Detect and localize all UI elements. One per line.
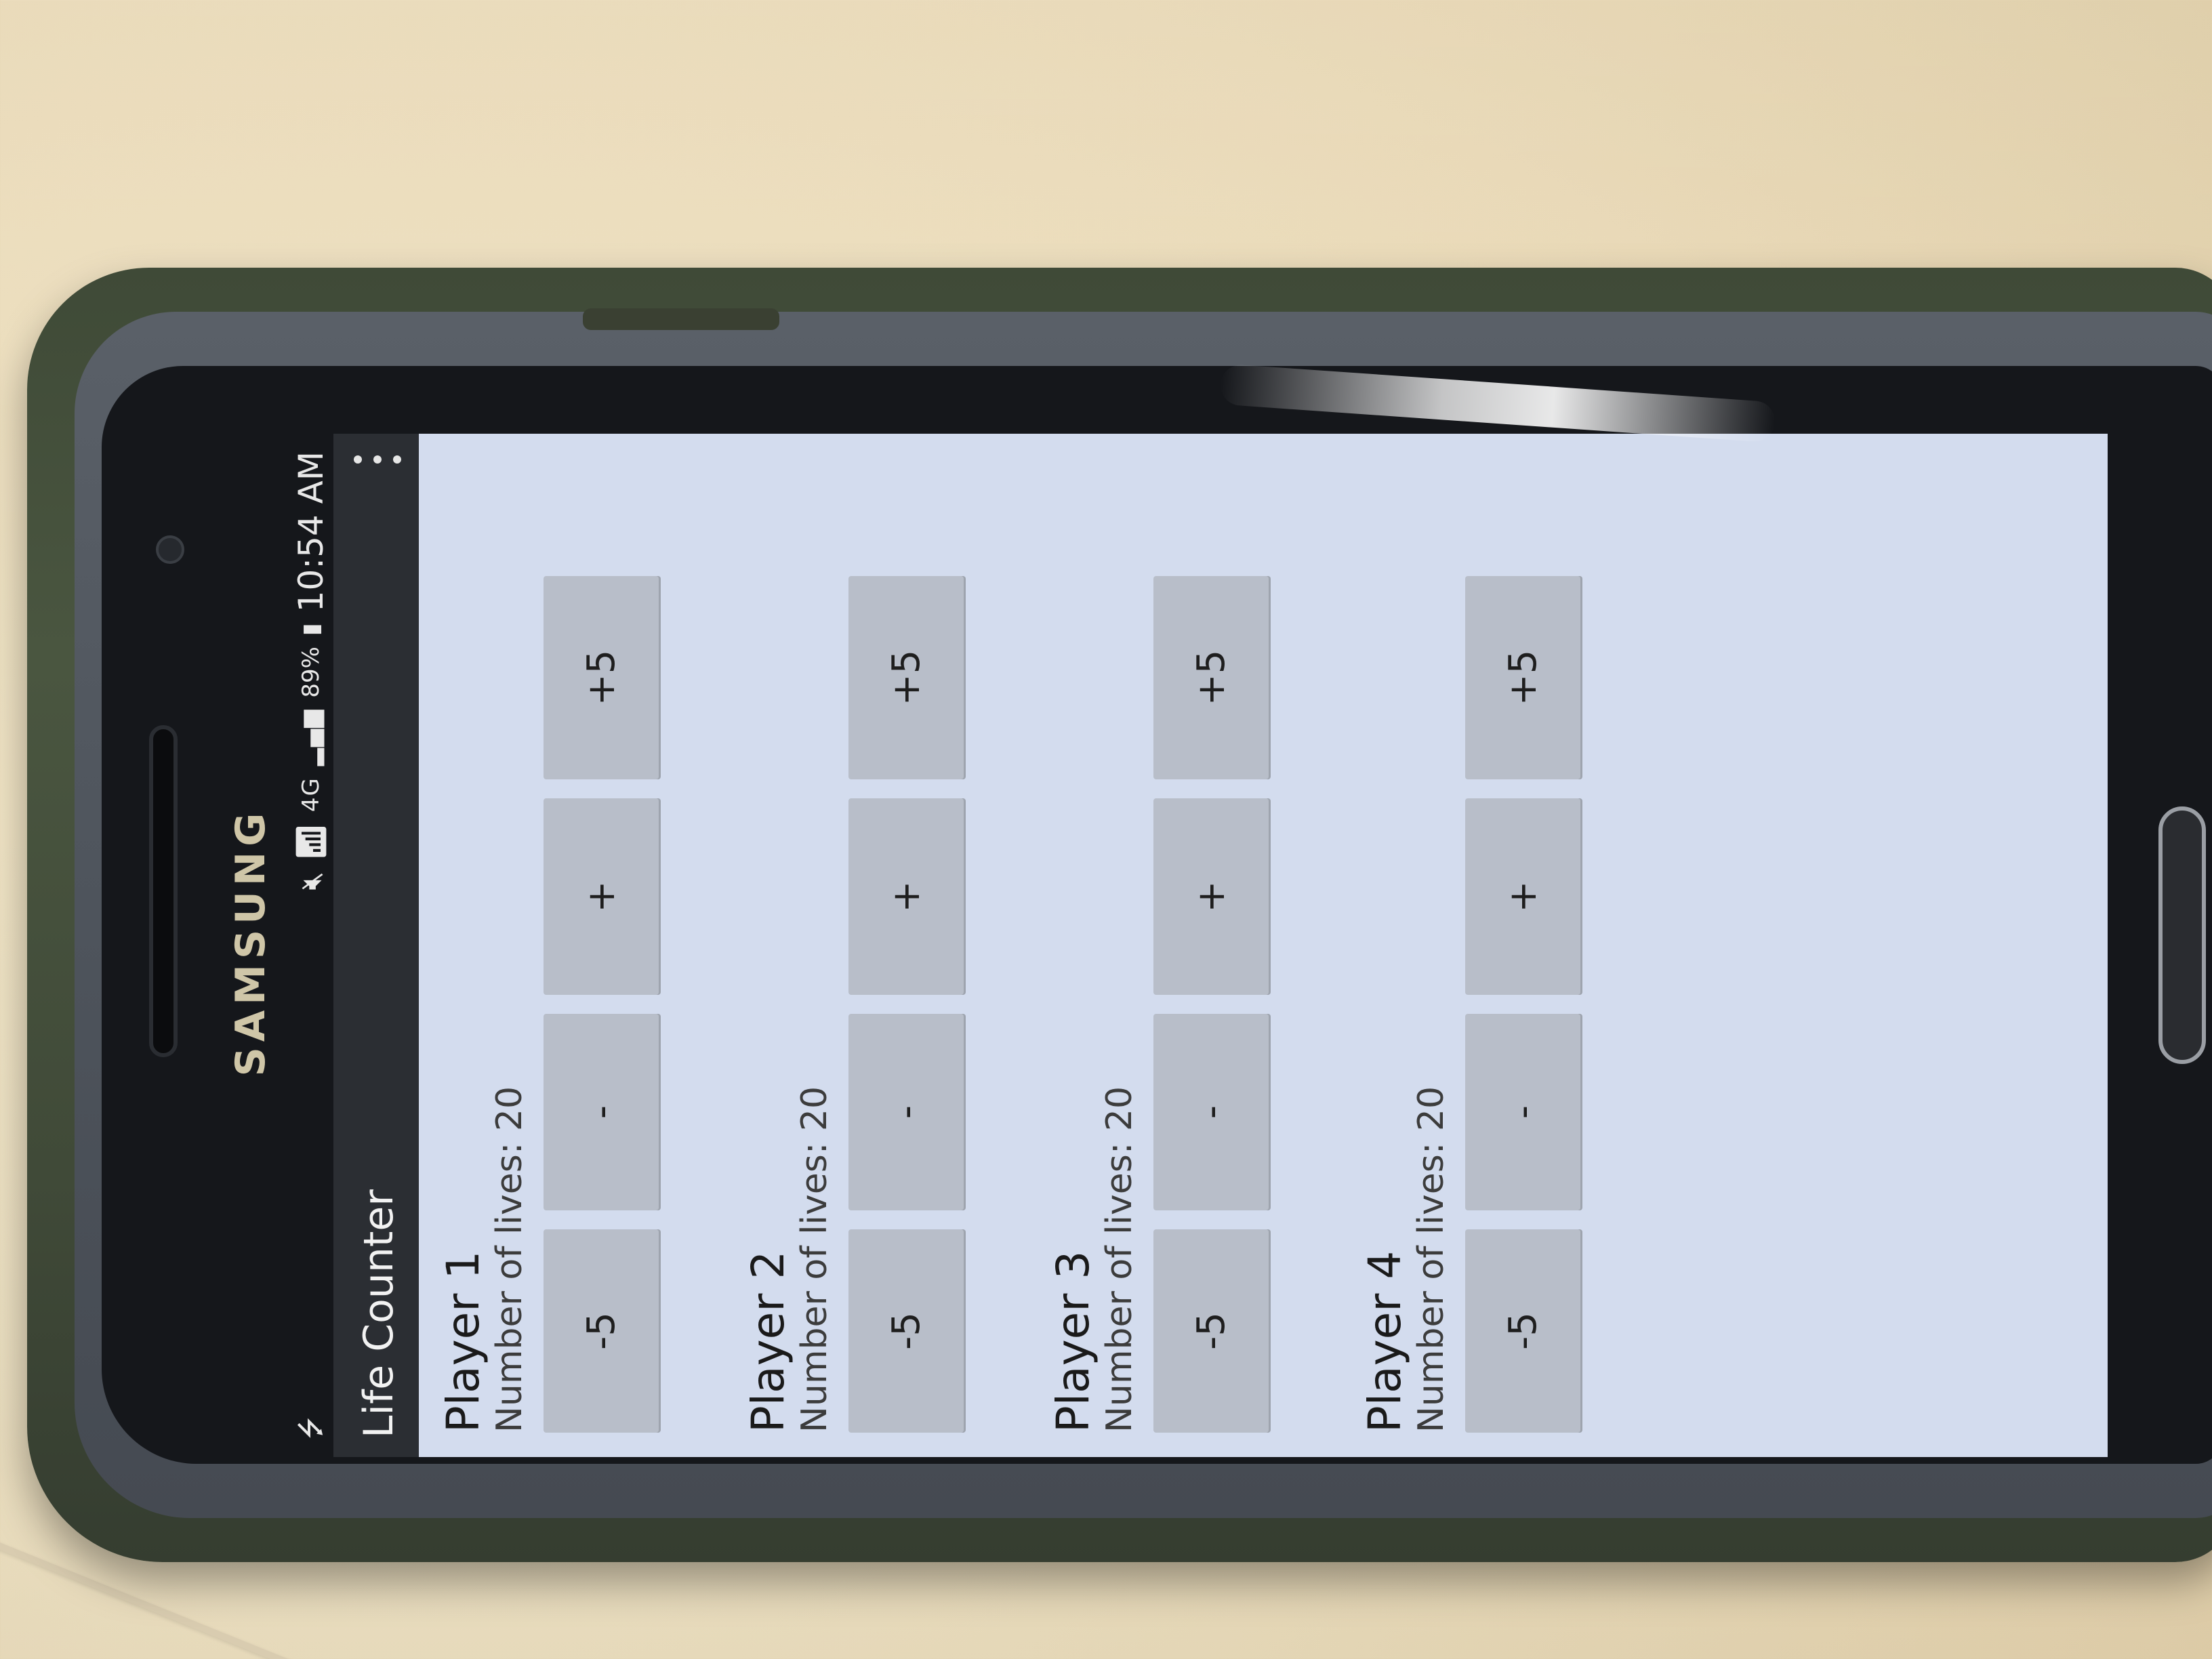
app-title: Life Counter	[355, 1189, 403, 1438]
plus-one-button[interactable]: +	[848, 798, 964, 995]
mute-icon: 🔇︎	[293, 871, 329, 890]
plus-one-button[interactable]: +	[1153, 798, 1269, 995]
lives-count: Number of lives: 20	[1411, 1086, 1452, 1433]
minus-one-button[interactable]: -	[1153, 1014, 1269, 1210]
earpiece-speaker	[149, 725, 178, 1057]
minus-one-button[interactable]: -	[544, 1014, 659, 1210]
player-card: Player 4 Number of lives: 20 -5 - + +5	[1359, 457, 1580, 1433]
status-bar: ⭍ 🔇︎ 📶︎ 4G ▂▄▆ 89% ▮ 10:54 AM	[285, 434, 333, 1457]
player-name: Player 4	[1359, 1250, 1411, 1433]
player-list: Player 1 Number of lives: 20 -5 - + +5 P…	[419, 434, 2108, 1457]
signal-strength-icon: ▂▄▆	[298, 708, 325, 766]
lives-count: Number of lives: 20	[489, 1086, 530, 1433]
app-window: ⭍ 🔇︎ 📶︎ 4G ▂▄▆ 89% ▮ 10:54 AM Life Count…	[285, 434, 2108, 1457]
action-bar: Life Counter	[333, 434, 419, 1457]
case-side-button	[583, 308, 779, 330]
minus-one-button[interactable]: -	[848, 1014, 964, 1210]
player-name: Player 1	[437, 1250, 489, 1433]
wifi-icon: 📶︎	[294, 823, 329, 861]
network-type-label: 4G	[298, 777, 325, 813]
overflow-menu-icon[interactable]	[354, 453, 401, 466]
plus-one-button[interactable]: +	[544, 798, 659, 995]
player-card: Player 3 Number of lives: 20 -5 - + +5	[1047, 457, 1269, 1433]
life-buttons: -5 - + +5	[1465, 457, 1580, 1433]
battery-percent: 89%	[298, 647, 325, 698]
screen: ⭍ 🔇︎ 📶︎ 4G ▂▄▆ 89% ▮ 10:54 AM Life Count…	[285, 434, 2108, 1457]
minus-five-button[interactable]: -5	[544, 1229, 659, 1433]
plus-five-button[interactable]: +5	[1465, 576, 1580, 779]
lives-count: Number of lives: 20	[794, 1086, 835, 1433]
player-card: Player 1 Number of lives: 20 -5 - + +5	[437, 457, 659, 1433]
battery-charging-icon: ▮	[298, 623, 325, 636]
player-card: Player 2 Number of lives: 20 -5 - + +5	[742, 457, 964, 1433]
minus-five-button[interactable]: -5	[1465, 1229, 1580, 1433]
life-buttons: -5 - + +5	[848, 457, 964, 1433]
usb-icon: ⭍	[295, 1416, 327, 1439]
life-buttons: -5 - + +5	[544, 457, 659, 1433]
plus-five-button[interactable]: +5	[544, 576, 659, 779]
player-name: Player 2	[742, 1250, 794, 1433]
lives-count: Number of lives: 20	[1099, 1086, 1140, 1433]
life-buttons: -5 - + +5	[1153, 457, 1269, 1433]
status-icons: 🔇︎ 📶︎ 4G ▂▄▆ 89% ▮ 10:54 AM	[291, 451, 331, 890]
minus-five-button[interactable]: -5	[1153, 1229, 1269, 1433]
brand-logo: SAMSUNG	[227, 807, 274, 1077]
plus-one-button[interactable]: +	[1465, 798, 1580, 995]
plus-five-button[interactable]: +5	[1153, 576, 1269, 779]
minus-five-button[interactable]: -5	[848, 1229, 964, 1433]
clock: 10:54 AM	[291, 451, 331, 613]
minus-one-button[interactable]: -	[1465, 1014, 1580, 1210]
plus-five-button[interactable]: +5	[848, 576, 964, 779]
player-name: Player 3	[1047, 1250, 1099, 1433]
front-camera-icon	[156, 535, 184, 564]
home-button[interactable]	[2158, 806, 2206, 1064]
